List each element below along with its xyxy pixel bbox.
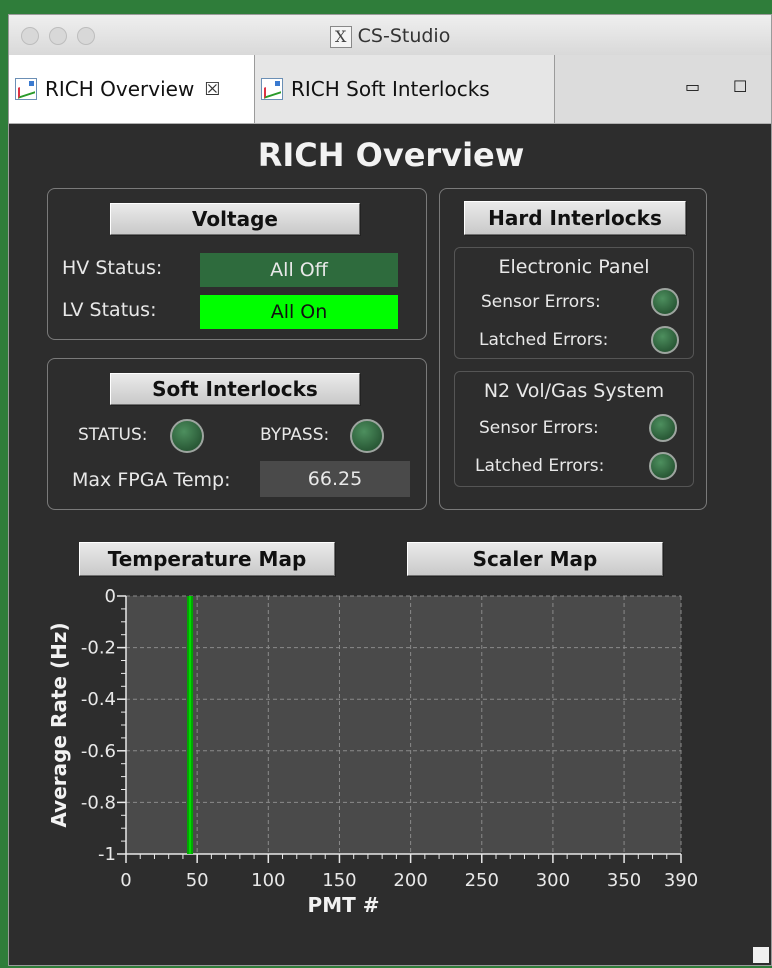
soft-interlocks-button[interactable]: Soft Interlocks xyxy=(110,373,360,405)
tab-label: RICH Overview xyxy=(45,77,195,101)
y-tick-label: -0.6 xyxy=(81,741,116,762)
editor-tabbar: RICH Overview ☒ RICH Soft Interlocks ▭ ☐ xyxy=(9,55,771,124)
opi-display-area: RICH Overview Voltage HV Status: All Off… xyxy=(9,124,771,965)
opi-display-icon xyxy=(261,78,283,100)
lv-status-label: LV Status: xyxy=(62,299,157,321)
electronic-latched-errors-label: Latched Errors: xyxy=(479,330,609,350)
status-label: STATUS: xyxy=(78,425,148,445)
lv-status-value: All On xyxy=(200,295,398,329)
x-axis-title: PMT # xyxy=(308,893,380,917)
tab-close-icon[interactable]: ☒ xyxy=(204,79,220,100)
y-axis-title: Average Rate (Hz) xyxy=(47,622,71,827)
x11-icon: X xyxy=(329,25,352,48)
hard-interlocks-button[interactable]: Hard Interlocks xyxy=(464,201,686,235)
x-tick-label: 200 xyxy=(393,870,427,891)
n2-sensor-errors-led-icon xyxy=(649,414,677,442)
bypass-label: BYPASS: xyxy=(260,425,330,445)
tab-rich-soft-interlocks[interactable]: RICH Soft Interlocks xyxy=(255,55,555,123)
y-tick-label: -0.8 xyxy=(81,792,116,813)
x-tick-label: 390 xyxy=(664,870,698,891)
x-tick-label: 350 xyxy=(607,870,641,891)
window-titlebar: X CS-Studio xyxy=(9,15,771,56)
x-tick-label: 100 xyxy=(251,870,285,891)
y-tick-label: -0.4 xyxy=(81,689,116,710)
scaler-map-button[interactable]: Scaler Map xyxy=(407,542,663,576)
electronic-panel-title: Electronic Panel xyxy=(498,256,650,278)
voltage-group: Voltage HV Status: All Off LV Status: Al… xyxy=(47,188,427,340)
tab-rich-overview[interactable]: RICH Overview ☒ xyxy=(9,55,255,123)
window-title-text: CS-Studio xyxy=(357,25,451,47)
x-tick-label: 300 xyxy=(536,870,570,891)
plot-background xyxy=(126,596,681,854)
minimize-view-icon[interactable]: ▭ xyxy=(685,77,700,96)
maximize-view-icon[interactable]: ☐ xyxy=(733,77,747,96)
voltage-button[interactable]: Voltage xyxy=(110,203,360,235)
electronic-sensor-errors-label: Sensor Errors: xyxy=(481,292,601,312)
max-fpga-temp-label: Max FPGA Temp: xyxy=(72,469,231,491)
soft-interlocks-group: Soft Interlocks STATUS: BYPASS: Max FPGA… xyxy=(47,358,427,510)
opi-display-icon xyxy=(15,78,37,100)
average-rate-chart: 0 50 100 150 200 250 300 350 390 0 -0.2 -0.4 -0.6 -0.… xyxy=(9,582,771,942)
electronic-latched-errors-led-icon xyxy=(651,326,679,354)
y-tick-label: -0.2 xyxy=(81,638,116,659)
y-tick-label: 0 xyxy=(105,586,116,607)
n2-sensor-errors-label: Sensor Errors: xyxy=(479,418,599,438)
electronic-panel-group: Electronic Panel Sensor Errors: Latched … xyxy=(454,247,694,359)
max-fpga-temp-value: 66.25 xyxy=(260,461,410,497)
status-led-icon xyxy=(170,419,204,453)
x-tick-label: 150 xyxy=(322,870,356,891)
bypass-led-icon xyxy=(350,419,384,453)
x-tick-label: 0 xyxy=(120,870,131,891)
window-title: X CS-Studio xyxy=(9,25,771,48)
n2-latched-errors-led-icon xyxy=(649,452,677,480)
temperature-map-button[interactable]: Temperature Map xyxy=(79,542,335,576)
hv-status-value: All Off xyxy=(200,253,398,287)
average-rate-plot: 0 50 100 150 200 250 300 350 390 0 -0.2 -0.4 -0.6 -0.… xyxy=(47,586,698,917)
n2-latched-errors-label: Latched Errors: xyxy=(475,456,605,476)
x-tick-label: 250 xyxy=(465,870,499,891)
page-title: RICH Overview xyxy=(257,136,525,174)
tab-label: RICH Soft Interlocks xyxy=(291,77,490,101)
cs-studio-window: X CS-Studio RICH Overview ☒ RICH Soft Int… xyxy=(8,14,772,966)
y-tick-label: -1 xyxy=(98,844,116,865)
hv-status-label: HV Status: xyxy=(62,257,163,279)
x-tick-label: 50 xyxy=(186,870,209,891)
hard-interlocks-group: Hard Interlocks Electronic Panel Sensor … xyxy=(439,188,707,510)
n2-system-title: N2 Vol/Gas System xyxy=(483,380,665,402)
resize-grip-icon[interactable] xyxy=(753,947,769,963)
electronic-sensor-errors-led-icon xyxy=(651,288,679,316)
n2-system-group: N2 Vol/Gas System Sensor Errors: Latched… xyxy=(454,371,694,487)
